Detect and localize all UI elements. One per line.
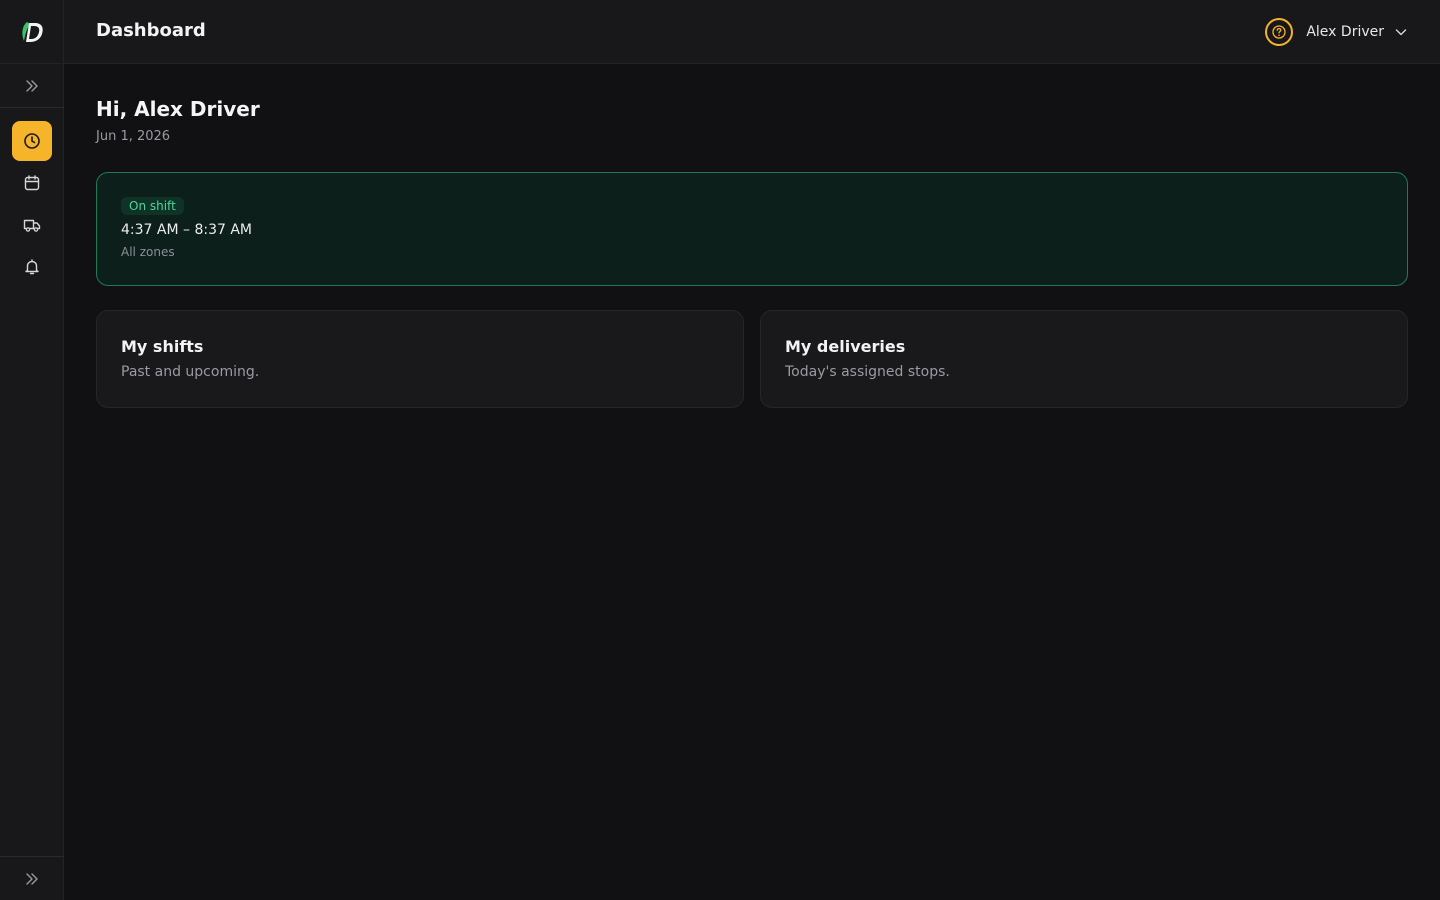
card-title: My shifts — [121, 337, 204, 356]
calendar-icon — [24, 175, 40, 191]
chevrons-right-icon — [26, 79, 38, 92]
shift-time: 4:37 AM – 8:37 AM — [121, 222, 252, 238]
chevron-down-icon — [1395, 29, 1407, 36]
card-subtitle: Today's assigned stops. — [785, 364, 950, 380]
top-bar: Dashboard Alex Driver — [64, 0, 1440, 64]
greeting: Hi, Alex Driver — [96, 97, 260, 121]
my-deliveries-card[interactable]: My deliveries Today's assigned stops. — [760, 310, 1408, 408]
user-name: Alex Driver — [1306, 24, 1384, 40]
chevrons-right-icon — [26, 872, 38, 885]
collapse-sidebar-button[interactable] — [0, 856, 64, 900]
expand-sidebar-button[interactable] — [0, 64, 64, 108]
current-date: Jun 1, 2026 — [96, 129, 171, 144]
sidebar — [0, 0, 64, 900]
page-title: Dashboard — [96, 20, 206, 41]
current-shift-card: On shift 4:37 AM – 8:37 AM All zones — [96, 172, 1408, 286]
question-icon — [1272, 25, 1286, 39]
app-logo[interactable] — [0, 0, 64, 64]
sidebar-item-deliveries[interactable] — [12, 205, 52, 245]
sidebar-nav — [12, 121, 52, 289]
card-subtitle: Past and upcoming. — [121, 364, 260, 380]
help-icon[interactable] — [1265, 18, 1294, 46]
clock-icon — [24, 133, 40, 149]
user-menu[interactable]: Alex Driver — [1265, 17, 1408, 47]
status-badge: On shift — [121, 197, 184, 215]
sidebar-item-notifications[interactable] — [12, 247, 52, 287]
sidebar-item-dashboard[interactable] — [12, 121, 52, 161]
card-title: My deliveries — [785, 337, 906, 356]
sidebar-item-shifts[interactable] — [12, 163, 52, 203]
bell-icon — [25, 259, 39, 275]
logo-icon — [22, 21, 43, 42]
shift-zone: All zones — [121, 245, 175, 259]
truck-icon — [23, 219, 41, 232]
my-shifts-card[interactable]: My shifts Past and upcoming. — [96, 310, 744, 408]
